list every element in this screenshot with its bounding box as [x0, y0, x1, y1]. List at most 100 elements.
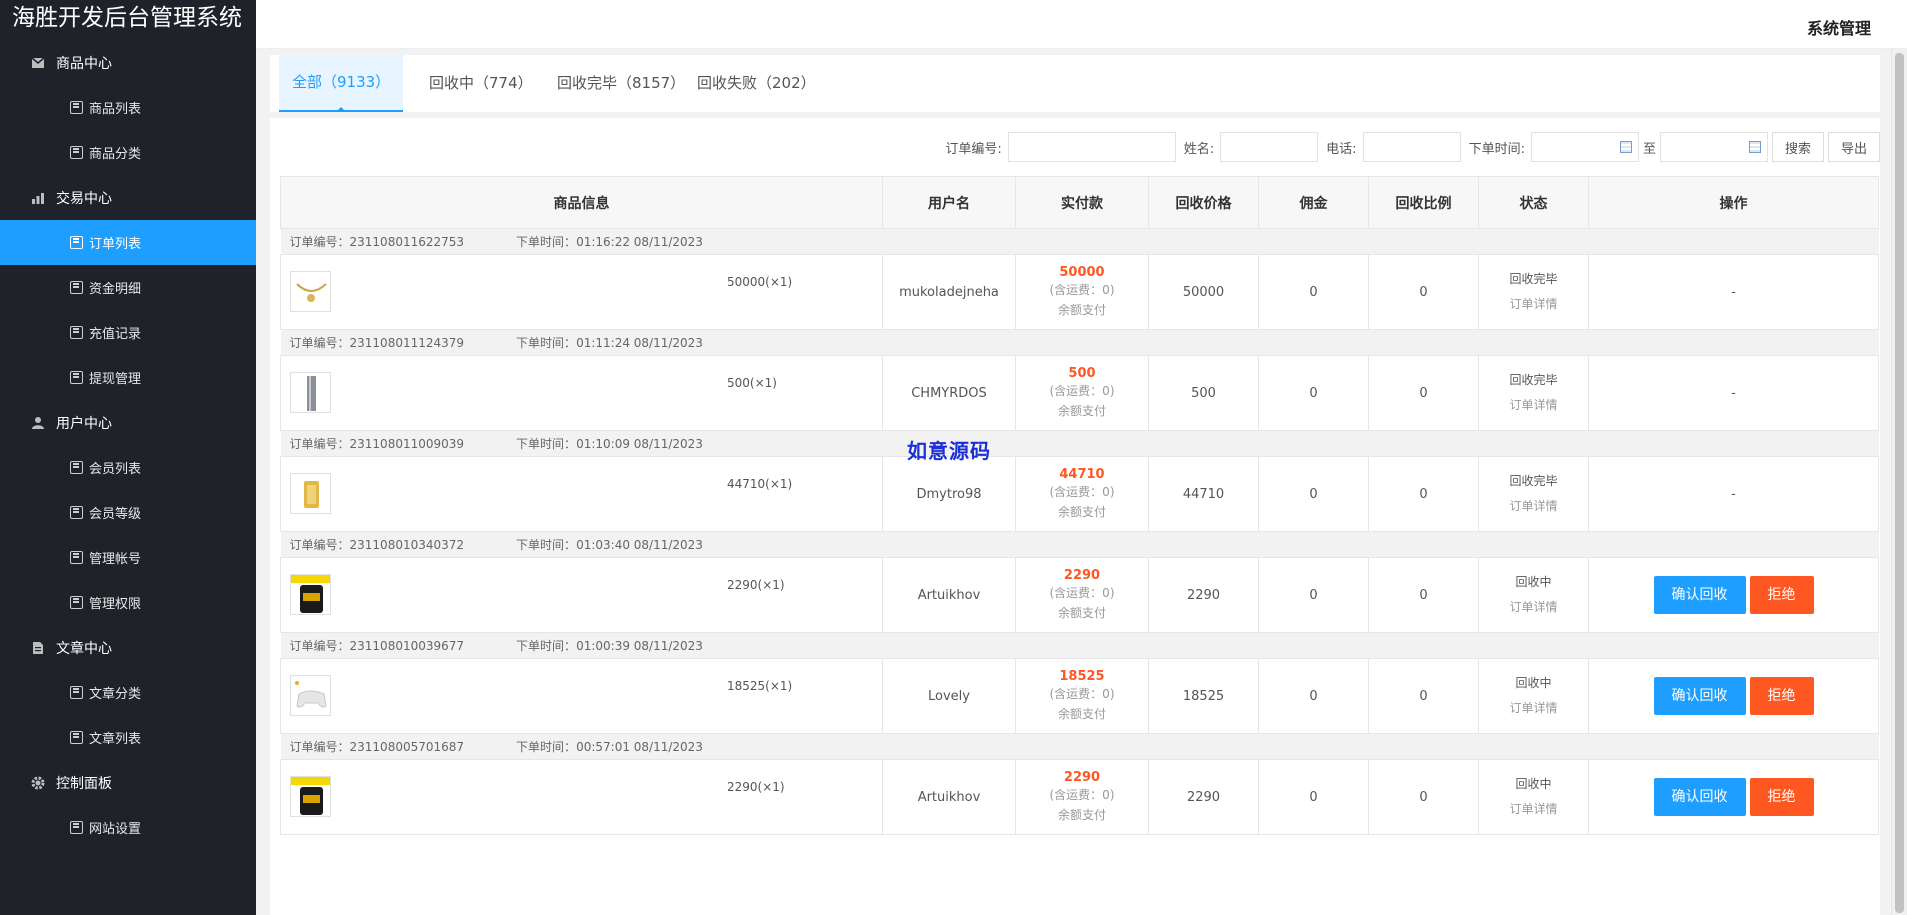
order-time: 01:03:40 08/11/2023 — [576, 538, 703, 552]
calendar-icon[interactable] — [1748, 141, 1761, 153]
reject-button[interactable]: 拒绝 — [1749, 778, 1814, 816]
end-date-input[interactable] — [1659, 132, 1768, 162]
name-input[interactable] — [1220, 132, 1319, 162]
recycle-price-cell: 50000 — [1148, 254, 1259, 330]
paid-cell: 2290 (含运费：0) 余额支付 — [1015, 557, 1149, 633]
confirm-recycle-button[interactable]: 确认回收 — [1653, 576, 1746, 614]
reject-button[interactable]: 拒绝 — [1749, 677, 1814, 715]
order-detail-link[interactable]: 订单详情 — [1509, 297, 1557, 311]
product-thumbnail[interactable] — [290, 271, 331, 312]
order-detail-link[interactable]: 订单详情 — [1509, 701, 1557, 715]
sidebar-item-1-3[interactable]: 提现管理 — [0, 355, 256, 400]
order-time: 01:10:09 08/11/2023 — [576, 437, 703, 451]
sidebar-item-0-1[interactable]: 商品分类 — [0, 130, 256, 175]
recycle-price-cell: 500 — [1148, 355, 1259, 431]
product-thumbnail[interactable] — [290, 574, 331, 615]
menu-group-4[interactable]: 控制面板 — [0, 760, 256, 805]
product-thumbnail[interactable] — [290, 675, 331, 716]
sidebar-item-1-0[interactable]: 订单列表 — [0, 220, 256, 265]
order-detail-link[interactable]: 订单详情 — [1509, 802, 1557, 816]
col-status: 状态 — [1478, 176, 1589, 229]
sidebar-item-3-1[interactable]: 文章列表 — [0, 715, 256, 760]
tab-recycling[interactable]: 回收中（774） — [416, 55, 546, 112]
reject-button[interactable]: 拒绝 — [1749, 576, 1814, 614]
start-date-input[interactable] — [1530, 132, 1639, 162]
menu-group-label: 商品中心 — [56, 55, 112, 72]
commission-cell: 0 — [1258, 355, 1369, 431]
actions-cell: 确认回收 拒绝 — [1588, 658, 1879, 734]
order-list-panel: 订单编号: 姓名: 电话: 下单时间: 至 搜索 导出 商品信息 用户名 实付款… — [270, 118, 1880, 915]
actions-cell: - — [1588, 355, 1879, 431]
menu-group-3[interactable]: 文章中心 — [0, 625, 256, 670]
action-none: - — [1731, 486, 1736, 502]
action-none: - — [1731, 385, 1736, 401]
sidebar-menu: 商品中心 商品列表 商品分类 交易中心 订单列表 资金明细 充值记录 提现管理 … — [0, 40, 256, 850]
order-no-input[interactable] — [1007, 132, 1176, 162]
order-number: 231108011622753 — [349, 235, 465, 249]
menu-group-2[interactable]: 用户中心 — [0, 400, 256, 445]
order-detail-link[interactable]: 订单详情 — [1509, 600, 1557, 614]
menu-group-0[interactable]: 商品中心 — [0, 40, 256, 85]
tab-recycled[interactable]: 回收完毕（8157） — [544, 55, 698, 112]
sidebar-item-0-0[interactable]: 商品列表 — [0, 85, 256, 130]
commission-cell: 0 — [1258, 557, 1369, 633]
export-button[interactable]: 导出 — [1827, 132, 1880, 162]
product-thumbnail[interactable] — [290, 372, 331, 413]
calendar-icon[interactable] — [1619, 141, 1632, 153]
sidebar-item-label: 管理权限 — [89, 597, 142, 612]
pay-method: 余额支付 — [1057, 403, 1106, 418]
list-icon — [70, 236, 83, 249]
sidebar-item-2-1[interactable]: 会员等级 — [0, 490, 256, 535]
sidebar-item-3-0[interactable]: 文章分类 — [0, 670, 256, 715]
sidebar-item-2-2[interactable]: 管理帐号 — [0, 535, 256, 580]
table-row: 500(×1) CHMYRDOS 500 (含运费：0) 余额支付 500 0 … — [280, 355, 1879, 431]
order-detail-link[interactable]: 订单详情 — [1509, 499, 1557, 513]
goods-price: 2290(×1) — [727, 578, 785, 592]
menu-group-label: 控制面板 — [56, 775, 112, 792]
confirm-recycle-button[interactable]: 确认回收 — [1653, 778, 1746, 816]
product-thumbnail[interactable] — [290, 776, 331, 817]
sidebar-item-4-0[interactable]: 网站设置 — [0, 805, 256, 850]
order-time-prefix: 下单时间： — [516, 740, 577, 754]
tab-failed[interactable]: 回收失败（202） — [684, 55, 829, 112]
username-cell: mukoladejneha — [882, 254, 1016, 330]
col-username: 用户名 — [882, 176, 1016, 229]
paid-cell: 18525 (含运费：0) 余额支付 — [1015, 658, 1149, 734]
sidebar-item-1-1[interactable]: 资金明细 — [0, 265, 256, 310]
sidebar-item-1-2[interactable]: 充值记录 — [0, 310, 256, 355]
goods-price: 500(×1) — [727, 376, 777, 390]
paid-cell: 44710 (含运费：0) 余额支付 — [1015, 456, 1149, 532]
order-number: 231108005701687 — [349, 740, 465, 754]
order-header-row: 订单编号：231108010039677 下单时间：01:00:39 08/11/… — [280, 632, 1879, 659]
menu-group-1[interactable]: 交易中心 — [0, 175, 256, 220]
scrollbar-thumb[interactable] — [1895, 53, 1904, 913]
sidebar-item-2-0[interactable]: 会员列表 — [0, 445, 256, 490]
goods-price: 2290(×1) — [727, 780, 785, 794]
order-time-prefix: 下单时间： — [516, 336, 577, 350]
sidebar: 海胜开发后台管理系统 商品中心 商品列表 商品分类 交易中心 订单列表 资金明细… — [0, 0, 256, 915]
sidebar-item-label: 商品列表 — [89, 102, 142, 117]
pay-method: 余额支付 — [1057, 706, 1106, 721]
phone-input[interactable] — [1362, 132, 1461, 162]
pay-method: 余额支付 — [1057, 807, 1106, 822]
goods-price: 44710(×1) — [727, 477, 793, 491]
shipping-note: (含运费：0) — [1049, 787, 1115, 802]
system-management-link[interactable]: 系统管理 — [1807, 15, 1871, 39]
paid-amount: 18525 — [1059, 668, 1105, 684]
tab-all[interactable]: 全部（9133） — [279, 55, 404, 112]
sidebar-item-label: 充值记录 — [89, 327, 142, 342]
status-cell: 回收完毕 订单详情 — [1478, 254, 1589, 330]
top-header: 系统管理 — [256, 0, 1907, 49]
order-detail-link[interactable]: 订单详情 — [1509, 398, 1557, 412]
page-scrollbar[interactable] — [1891, 49, 1907, 915]
col-actions: 操作 — [1588, 176, 1879, 229]
status-text: 回收完毕 — [1509, 373, 1558, 387]
status-text: 回收中 — [1515, 575, 1552, 589]
recycle-price-cell: 2290 — [1148, 759, 1259, 835]
product-thumbnail[interactable] — [290, 473, 331, 514]
sidebar-item-2-3[interactable]: 管理权限 — [0, 580, 256, 625]
confirm-recycle-button[interactable]: 确认回收 — [1653, 677, 1746, 715]
search-button[interactable]: 搜索 — [1771, 132, 1824, 162]
commission-cell: 0 — [1258, 254, 1369, 330]
bar-chart-icon — [30, 190, 46, 206]
